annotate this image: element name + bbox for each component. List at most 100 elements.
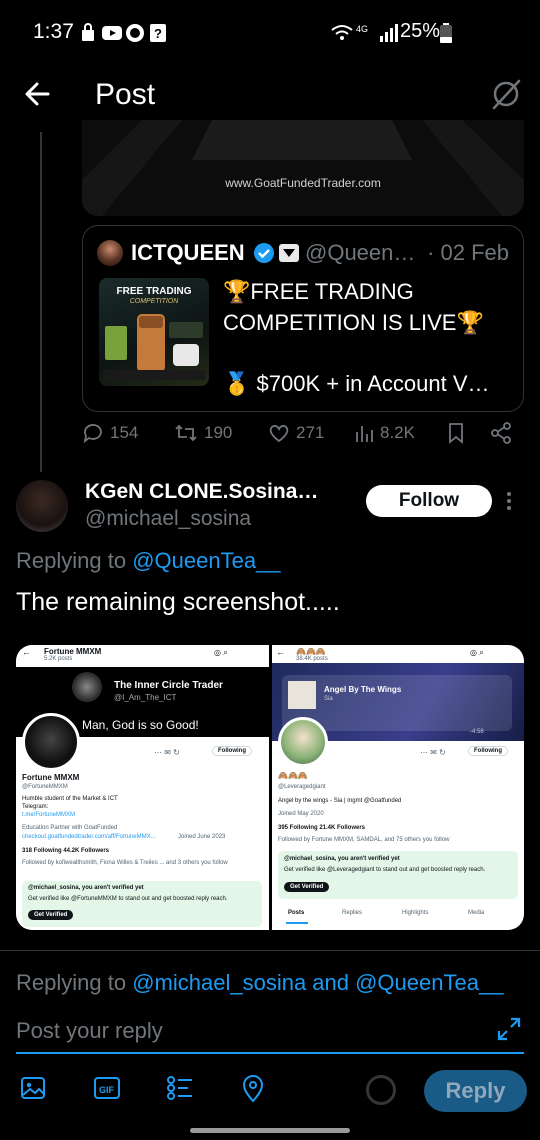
shot-joined: Joined May 2020 xyxy=(278,811,324,817)
shot-tab-indicator xyxy=(286,922,308,924)
quoted-post[interactable]: ICTQUEEN @Queen… · 02 Feb FREE TRADING C… xyxy=(82,225,524,412)
character-count-indicator xyxy=(366,1075,396,1105)
repost-count: 190 xyxy=(204,423,233,442)
avatar xyxy=(97,240,123,266)
quote-text-line1: 🏆FREE TRADING COMPETITION IS LIVE🏆 xyxy=(223,279,484,335)
expand-icon[interactable] xyxy=(496,1016,522,1042)
svg-text:GIF: GIF xyxy=(99,1085,115,1095)
page-title: Post xyxy=(95,78,156,111)
avatar[interactable] xyxy=(16,480,68,532)
album-art xyxy=(288,681,316,709)
back-arrow-icon[interactable] xyxy=(20,76,56,112)
shot-posts-count: 5.2K posts xyxy=(44,656,73,662)
shot-header-icons: ◎ ⌕ xyxy=(214,648,228,657)
battery-percent: 25% xyxy=(400,20,441,42)
shot-song-artist: Sia xyxy=(324,696,333,702)
shot-emoji-name-2: 🙈🙈🙈 xyxy=(278,771,308,780)
shot-verify-title: @michael_sosina, you aren't verified yet xyxy=(28,885,144,891)
thumbnail-subtitle: COMPETITION xyxy=(129,298,179,305)
shot-verify-text: Get verified like @FortuneMMXM to stand … xyxy=(28,896,228,902)
thumbnail-title: FREE TRADING xyxy=(116,286,192,297)
shot-tab-media: Media xyxy=(468,910,485,916)
compose-replying-to: Replying to @michael_sosina and @QueenTe… xyxy=(16,970,503,996)
compose-replying-link[interactable]: @michael_sosina and @QueenTea__ xyxy=(132,970,503,995)
back-arrow-icon: ← xyxy=(276,647,285,657)
shot-profile-handle: @FortuneMMXM xyxy=(22,784,68,790)
gif-icon[interactable]: GIF xyxy=(93,1075,123,1105)
shot-song-duration: -4:56 xyxy=(470,729,484,735)
quote-thumbnail[interactable]: FREE TRADING COMPETITION xyxy=(99,278,209,386)
shot-song-title: Angel By The Wings xyxy=(324,685,402,694)
post-action-bar: 154 190 271 8.2K xyxy=(82,422,522,454)
shot-verify-text: Get verified like @Leveragedgiant to sta… xyxy=(284,867,486,873)
repost-icon xyxy=(175,424,197,442)
poll-icon[interactable] xyxy=(166,1075,196,1105)
shot-meta: Education Partner with GoatFunded xyxy=(22,825,118,831)
svg-text:4G: 4G xyxy=(356,24,368,34)
media-image-right[interactable]: ← 🙈🙈🙈 38.4K posts ◎ ⌕ Angel By The Wings… xyxy=(272,645,524,930)
image-icon[interactable] xyxy=(20,1075,50,1105)
views-count: 8.2K xyxy=(380,423,415,442)
reply-author-name[interactable]: KGeN CLONE.Sosina… xyxy=(85,480,318,504)
reply-text: The remaining screenshot..... xyxy=(16,588,340,616)
shot-action-icons: ⋯ ✉ ↻ xyxy=(154,748,180,757)
shot-verify-button: Get Verified xyxy=(284,882,330,892)
status-bar: 1:37 ? 4G 25% xyxy=(0,0,540,62)
like-action[interactable]: 271 xyxy=(268,422,324,444)
media-watermark: www.GoatFundedTrader.com xyxy=(225,176,381,190)
affiliate-badge-icon xyxy=(279,244,299,262)
back-arrow-icon: ← xyxy=(22,647,31,657)
follow-button[interactable]: Follow xyxy=(366,485,492,517)
battery-icon xyxy=(440,23,452,43)
bookmark-icon[interactable] xyxy=(446,422,466,444)
shot-header-icons: ◎ ⌕ xyxy=(470,648,484,657)
status-time: 1:37 xyxy=(33,20,74,43)
shot-verify-button: Get Verified xyxy=(28,910,74,920)
quote-author-handle: @Queen… xyxy=(305,240,416,265)
views-action[interactable]: 8.2K xyxy=(354,422,415,444)
shot-profile-name: Fortune MMXM xyxy=(22,773,80,782)
shot-joined: Joined June 2023 xyxy=(178,834,226,840)
reply-icon xyxy=(83,424,102,444)
shot-following-button: Following xyxy=(212,746,252,756)
quote-author-name: ICTQUEEN xyxy=(131,240,245,265)
signal-icons: 4G xyxy=(330,22,400,44)
shot-bio2: Telegram: xyxy=(22,804,49,810)
thread-line xyxy=(40,132,42,472)
heart-icon xyxy=(269,425,289,443)
verified-badge-icon xyxy=(253,242,275,264)
reply-input[interactable]: Post your reply xyxy=(16,1018,163,1044)
grok-icon[interactable] xyxy=(488,76,524,112)
post-media-image[interactable]: www.GoatFundedTrader.com xyxy=(82,120,524,216)
compose-replying-prefix: Replying to xyxy=(16,970,127,995)
quote-text-line2: 🥇 $700K + in Account V… xyxy=(223,371,490,396)
input-underline xyxy=(16,1052,524,1054)
avatar xyxy=(278,717,328,767)
shot-banner-text: Man, God is so Good! xyxy=(82,718,199,732)
replying-to: Replying to @QueenTea__ xyxy=(16,548,281,574)
shot-verify-title: @michael_sosina, you aren't verified yet xyxy=(284,856,400,862)
notification-icons: ? xyxy=(80,21,170,45)
reply-count: 154 xyxy=(110,423,139,442)
svg-text:?: ? xyxy=(154,26,162,41)
shot-stats: 395 Following 21.4K Followers xyxy=(278,825,366,831)
reply-author-handle[interactable]: @michael_sosina xyxy=(85,507,251,531)
shot-profile-name-top: Fortune MMXM xyxy=(44,647,102,656)
reply-action[interactable]: 154 xyxy=(82,422,138,444)
divider xyxy=(0,950,540,951)
replying-to-link[interactable]: @QueenTea__ xyxy=(132,548,280,573)
home-indicator[interactable] xyxy=(190,1128,350,1133)
share-icon[interactable] xyxy=(490,422,512,444)
shot-posts-count: 38.4K posts xyxy=(296,656,328,662)
location-icon[interactable] xyxy=(240,1075,270,1105)
media-image-left[interactable]: ← Fortune MMXM 5.2K posts ◎ ⌕ The Inner … xyxy=(16,645,269,930)
shot-profile-handle: @Leveragedgiant xyxy=(278,784,326,790)
shot-tab-posts: Posts xyxy=(288,910,305,916)
shot-banner-name: The Inner Circle Trader xyxy=(114,680,223,691)
views-icon xyxy=(356,426,373,442)
more-options-icon[interactable] xyxy=(505,490,513,512)
shot-following-button: Following xyxy=(468,746,508,756)
repost-action[interactable]: 190 xyxy=(174,422,232,444)
reply-button[interactable]: Reply xyxy=(424,1070,527,1112)
shot-tab-highlights: Highlights xyxy=(402,910,429,916)
